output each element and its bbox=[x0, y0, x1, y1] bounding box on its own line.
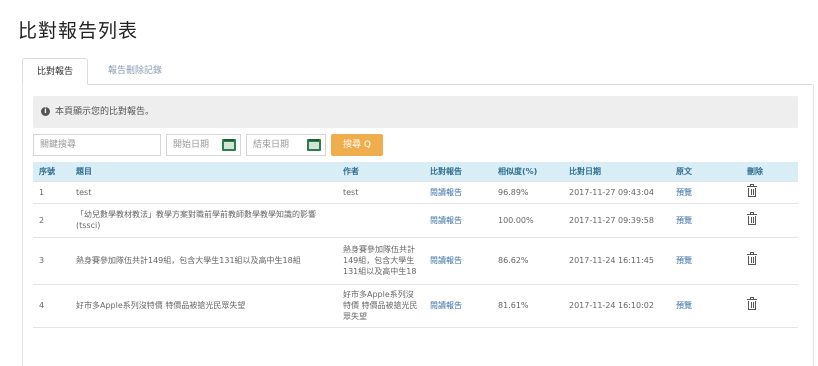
calendar-icon[interactable] bbox=[222, 139, 236, 151]
row-similarity: 96.89% bbox=[492, 180, 563, 203]
tab-deletion-log[interactable]: 報告刪除記錄 bbox=[94, 58, 176, 84]
keyword-search-input[interactable]: 關鍵搜尋 bbox=[33, 134, 161, 156]
trash-icon[interactable] bbox=[747, 297, 757, 310]
table-row: 4 好市多Apple系列沒特價 特價品被搶光民眾失望 好市多Apple系列沒特價… bbox=[33, 283, 798, 327]
row-author bbox=[337, 202, 424, 237]
search-button[interactable]: 搜尋 Q bbox=[331, 134, 383, 156]
row-similarity: 100.00% bbox=[492, 202, 563, 237]
preview-link[interactable]: 預覽 bbox=[676, 188, 692, 197]
row-no: 3 bbox=[33, 236, 70, 284]
reports-panel: i 本頁顯示您的比對報告。 關鍵搜尋 開始日期 結束日期 搜尋 Q 序號 題目 作… bbox=[22, 84, 814, 366]
end-date-placeholder: 結束日期 bbox=[253, 140, 290, 150]
row-author: test bbox=[337, 180, 424, 203]
row-date: 2017-11-27 09:39:58 bbox=[563, 202, 670, 237]
end-date-input[interactable]: 結束日期 bbox=[246, 134, 326, 156]
row-author: 好市多Apple系列沒特價 特價品被搶光民眾失望 bbox=[337, 283, 424, 327]
col-header-delete: 刪除 bbox=[747, 166, 763, 176]
read-report-link[interactable]: 閱讀報告 bbox=[430, 256, 462, 265]
table-row: 3 熱身賽參加隊伍共計149組，包含大學生131組以及高中生18組 熱身賽參加隊… bbox=[33, 236, 798, 284]
row-title: test bbox=[70, 180, 337, 203]
preview-link[interactable]: 預覽 bbox=[676, 216, 692, 225]
col-header-no: 序號 bbox=[39, 166, 55, 176]
row-author: 熱身賽參加隊伍共計149組，包含大學生131組以及高中生18 bbox=[337, 236, 424, 284]
col-header-date: 比對日期 bbox=[569, 166, 601, 176]
trash-icon[interactable] bbox=[747, 183, 757, 197]
col-header-title: 題目 bbox=[76, 166, 92, 176]
row-date: 2017-11-24 16:11:45 bbox=[563, 236, 670, 284]
row-date: 2017-11-24 16:10:02 bbox=[563, 283, 670, 327]
tab-bar: 比對報告 報告刪除記錄 bbox=[22, 58, 812, 85]
row-similarity: 81.61% bbox=[492, 283, 563, 327]
row-empty-partial bbox=[33, 326, 798, 347]
table-header-row: 序號 題目 作者 比對報告 相似度(%) 比對日期 原文 刪除 bbox=[33, 162, 798, 181]
calendar-icon[interactable] bbox=[307, 139, 321, 151]
trash-icon[interactable] bbox=[747, 211, 757, 225]
row-title: 好市多Apple系列沒特價 特價品被搶光民眾失望 bbox=[70, 283, 337, 327]
info-notice: i 本頁顯示您的比對報告。 bbox=[33, 96, 798, 128]
tab-reports[interactable]: 比對報告 bbox=[22, 58, 89, 85]
start-date-input[interactable]: 開始日期 bbox=[166, 134, 241, 156]
row-title: 熱身賽參加隊伍共計149組，包含大學生131組以及高中生18組 bbox=[70, 236, 337, 284]
trash-icon[interactable] bbox=[747, 252, 757, 265]
table-row: 2 「幼兒數學教材教法」教學方案對職前學前教師數學教學知識的影響 (tssci)… bbox=[33, 202, 798, 237]
col-header-author: 作者 bbox=[343, 166, 359, 176]
read-report-link[interactable]: 閱讀報告 bbox=[430, 216, 462, 225]
table-row: 1 test test 閱讀報告 96.89% 2017-11-27 09:43… bbox=[33, 180, 798, 203]
preview-link[interactable]: 預覽 bbox=[676, 256, 692, 265]
start-date-placeholder: 開始日期 bbox=[173, 140, 210, 150]
row-no: 1 bbox=[33, 180, 70, 203]
read-report-link[interactable]: 閱讀報告 bbox=[430, 188, 462, 197]
row-date: 2017-11-27 09:43:04 bbox=[563, 180, 670, 203]
notice-text: 本頁顯示您的比對報告。 bbox=[55, 107, 155, 117]
row-no: 2 bbox=[33, 202, 70, 237]
row-title: 「幼兒數學教材教法」教學方案對職前學前教師數學教學知識的影響 (tssci) bbox=[70, 202, 337, 237]
info-icon: i bbox=[41, 107, 50, 116]
row-no: 4 bbox=[33, 283, 70, 327]
read-report-link[interactable]: 閱讀報告 bbox=[430, 301, 462, 310]
table-row bbox=[33, 326, 798, 347]
col-header-original: 原文 bbox=[676, 166, 692, 176]
preview-link[interactable]: 預覽 bbox=[676, 301, 692, 310]
col-header-similarity: 相似度(%) bbox=[498, 166, 538, 176]
reports-table: 序號 題目 作者 比對報告 相似度(%) 比對日期 原文 刪除 1 test t… bbox=[33, 162, 798, 347]
page-title: 比對報告列表 bbox=[18, 20, 139, 42]
row-similarity: 86.62% bbox=[492, 236, 563, 284]
col-header-report: 比對報告 bbox=[430, 166, 462, 176]
